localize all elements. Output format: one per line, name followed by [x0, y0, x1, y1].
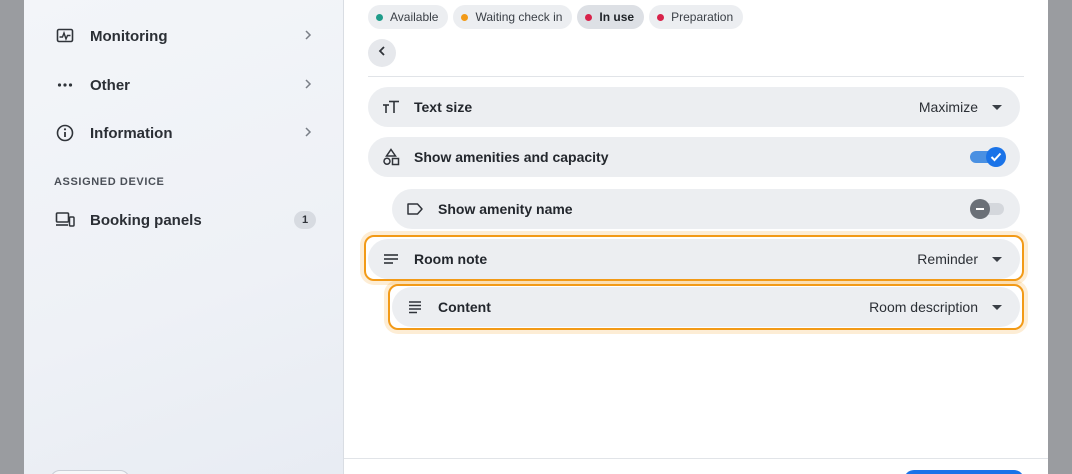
- chevron-right-icon: [300, 78, 316, 93]
- backdrop-left: [0, 0, 24, 474]
- status-chips: Available Waiting check in In use Prepar…: [368, 5, 744, 29]
- show-amenity-name-label: Show amenity name: [438, 201, 573, 217]
- sidebar-item-information[interactable]: Information: [54, 119, 316, 147]
- divider: [368, 76, 1024, 77]
- status-chip-label: In use: [599, 10, 635, 24]
- room-note-value: Reminder: [917, 251, 978, 267]
- sidebar-bottom-button[interactable]: [50, 470, 130, 474]
- main-panel: Available Waiting check in In use Prepar…: [344, 0, 1048, 474]
- status-chip-label: Preparation: [671, 10, 734, 24]
- status-dot: [585, 13, 593, 21]
- sidebar-item-booking-panels[interactable]: Booking panels 1: [54, 206, 316, 234]
- text-size-value: Maximize: [918, 99, 978, 115]
- chevron-right-icon: [300, 126, 316, 141]
- dropdown-caret-icon: [992, 256, 1002, 262]
- text-size-label: Text size: [414, 99, 473, 115]
- lines-icon: [382, 250, 400, 268]
- info-icon: [54, 122, 76, 144]
- footer-divider: [344, 458, 1048, 459]
- sidebar-item-label: Information: [90, 124, 173, 142]
- more-horizontal-icon: [54, 74, 76, 96]
- minus-icon: [976, 208, 984, 210]
- check-icon: [990, 152, 1002, 162]
- dropdown-caret-icon: [992, 304, 1002, 310]
- show-amenities-label: Show amenities and capacity: [414, 149, 609, 165]
- status-dot: [657, 13, 665, 21]
- monitoring-icon: [54, 25, 76, 47]
- chevron-right-icon: [300, 29, 316, 44]
- text-size-icon: [382, 98, 400, 116]
- status-chip-available[interactable]: Available: [368, 5, 449, 29]
- sidebar-item-other[interactable]: Other: [54, 71, 316, 99]
- show-amenities-toggle[interactable]: [970, 147, 1006, 167]
- sidebar-item-label: Other: [90, 76, 131, 94]
- sidebar-item-label: Monitoring: [90, 27, 168, 45]
- section-label-assigned-device: ASSIGNED DEVICE: [54, 176, 165, 188]
- content-label: Content: [438, 299, 491, 315]
- notes-icon: [406, 298, 424, 316]
- devices-icon: [54, 209, 76, 231]
- status-chip-label: Available: [390, 10, 439, 24]
- content-row[interactable]: Content Room description: [392, 287, 1020, 327]
- back-button[interactable]: [368, 39, 396, 67]
- show-amenities-row: Show amenities and capacity: [368, 137, 1020, 177]
- dropdown-caret-icon: [992, 104, 1002, 110]
- status-chip-label: Waiting check in: [475, 10, 563, 24]
- show-amenity-name-row: Show amenity name: [392, 189, 1020, 229]
- primary-action-button[interactable]: [904, 470, 1024, 474]
- status-dot: [461, 13, 469, 21]
- show-amenity-name-toggle[interactable]: [970, 199, 1006, 219]
- status-chip-preparation[interactable]: Preparation: [649, 5, 744, 29]
- sidebar: Monitoring Other Information ASSIGNED DE…: [24, 0, 344, 474]
- status-chip-waiting-check-in[interactable]: Waiting check in: [453, 5, 573, 29]
- sidebar-item-label: Booking panels: [90, 211, 202, 229]
- label-tag-icon: [406, 200, 424, 218]
- settings-dialog: Monitoring Other Information ASSIGNED DE…: [24, 0, 1048, 474]
- room-note-row[interactable]: Room note Reminder: [368, 239, 1020, 279]
- count-badge: 1: [294, 211, 316, 229]
- room-note-label: Room note: [414, 251, 488, 267]
- sidebar-item-monitoring[interactable]: Monitoring: [54, 22, 316, 50]
- backdrop-right: [1048, 0, 1072, 474]
- shapes-icon: [382, 148, 400, 166]
- content-value: Room description: [869, 299, 978, 315]
- text-size-row[interactable]: Text size Maximize: [368, 87, 1020, 127]
- chevron-left-icon: [377, 44, 387, 62]
- status-chip-in-use[interactable]: In use: [577, 5, 645, 29]
- status-dot: [376, 13, 383, 21]
